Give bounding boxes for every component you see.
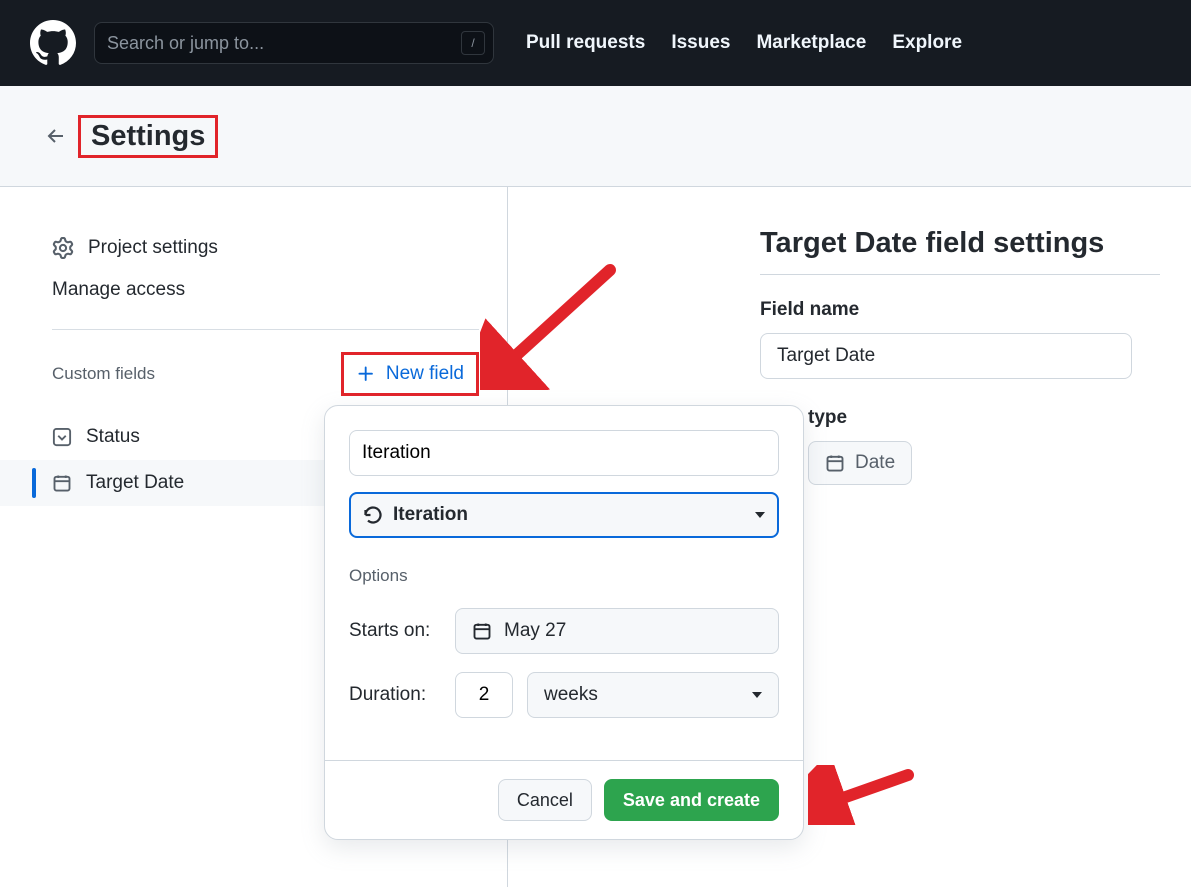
gear-icon: [52, 237, 74, 259]
site-header: Search or jump to... / Pull requests Iss…: [0, 0, 1191, 86]
calendar-icon: [52, 473, 72, 493]
nav-links: Pull requests Issues Marketplace Explore: [526, 32, 962, 54]
search-placeholder: Search or jump to...: [107, 33, 264, 54]
nav-pull-requests[interactable]: Pull requests: [526, 32, 645, 54]
new-field-type-select[interactable]: Iteration: [349, 492, 779, 538]
field-name-input[interactable]: [760, 333, 1132, 379]
field-type-value: Date: [855, 452, 895, 474]
search-input[interactable]: Search or jump to... /: [94, 22, 494, 64]
sidebar-item-manage-access[interactable]: Manage access: [52, 269, 479, 311]
starts-on-label: Starts on:: [349, 620, 441, 642]
field-label: Target Date: [86, 472, 184, 494]
custom-fields-label: Custom fields: [52, 364, 155, 384]
options-label: Options: [349, 566, 779, 586]
duration-unit-value: weeks: [544, 684, 598, 706]
field-name-label: Field name: [760, 299, 1191, 321]
starts-on-row: Starts on: May 27: [349, 608, 779, 654]
cancel-button[interactable]: Cancel: [498, 779, 592, 821]
annotation-arrow: [480, 260, 620, 390]
starts-on-value: May 27: [504, 620, 566, 642]
popover-footer: Cancel Save and create: [325, 760, 803, 839]
calendar-icon: [825, 453, 845, 473]
duration-row: Duration: weeks: [349, 672, 779, 718]
field-label: Status: [86, 426, 140, 448]
annotation-arrow: [808, 765, 918, 825]
field-type-pill: Date: [808, 441, 912, 485]
chevron-down-icon: [755, 512, 765, 518]
starts-on-button[interactable]: May 27: [455, 608, 779, 654]
plus-icon: [356, 364, 376, 384]
sidebar-item-project-settings[interactable]: Project settings: [52, 227, 479, 269]
page-title: Settings: [78, 115, 218, 158]
search-kbd-hint: /: [461, 31, 485, 55]
nav-explore[interactable]: Explore: [892, 32, 962, 54]
iteration-icon: [363, 505, 383, 525]
field-type-label: type: [808, 407, 1191, 429]
type-value: Iteration: [393, 504, 468, 526]
save-and-create-button[interactable]: Save and create: [604, 779, 779, 821]
nav-issues[interactable]: Issues: [671, 32, 730, 54]
new-field-label: New field: [386, 363, 464, 385]
single-select-icon: [52, 427, 72, 447]
calendar-icon: [472, 621, 492, 641]
back-arrow-icon[interactable]: [44, 124, 68, 148]
nav-marketplace[interactable]: Marketplace: [756, 32, 866, 54]
github-logo[interactable]: [30, 20, 76, 66]
custom-fields-header: Custom fields New field: [0, 330, 507, 414]
duration-label: Duration:: [349, 684, 441, 706]
duration-input[interactable]: [455, 672, 513, 718]
new-field-name-input[interactable]: [349, 430, 779, 476]
sidebar-label: Manage access: [52, 279, 185, 301]
new-field-popover: Iteration Options Starts on: May 27 Dura…: [324, 405, 804, 840]
duration-unit-select[interactable]: weeks: [527, 672, 779, 718]
new-field-button[interactable]: New field: [341, 352, 479, 396]
main-title: Target Date field settings: [760, 227, 1160, 275]
chevron-down-icon: [752, 692, 762, 698]
sidebar-label: Project settings: [88, 237, 218, 259]
page-subheader: Settings: [0, 86, 1191, 187]
